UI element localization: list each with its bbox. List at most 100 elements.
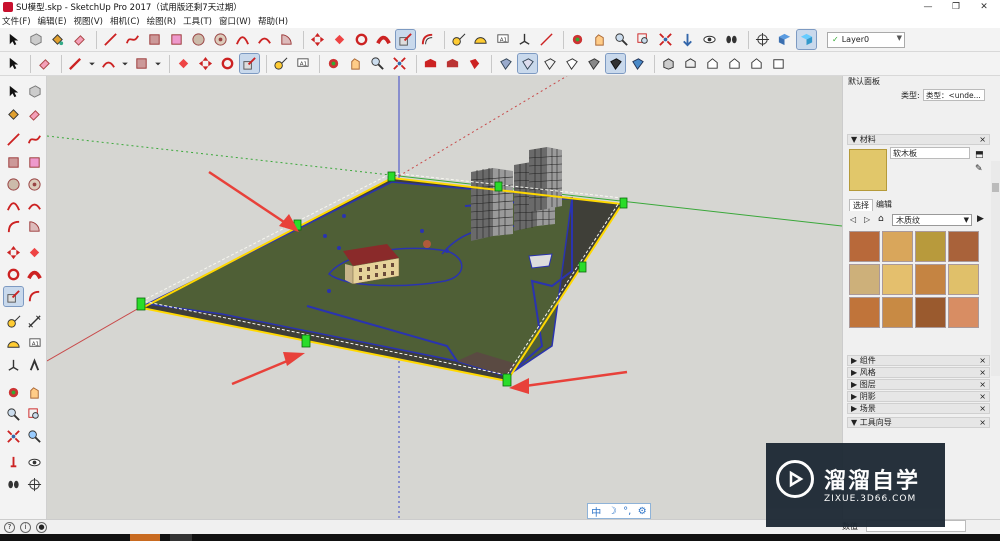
orbit-icon[interactable] xyxy=(568,30,587,49)
3d-text-icon[interactable] xyxy=(25,356,44,375)
eraser-icon[interactable] xyxy=(35,54,54,73)
type-dropdown[interactable]: 类型：<unde... xyxy=(923,89,985,101)
move-icon[interactable] xyxy=(196,54,215,73)
zoom-extents-icon[interactable] xyxy=(656,30,675,49)
push-pull-icon[interactable] xyxy=(25,243,44,262)
tab-edit[interactable]: 编辑 xyxy=(873,199,895,211)
push-pull-icon[interactable] xyxy=(174,54,193,73)
rotate-icon[interactable] xyxy=(218,54,237,73)
panel-scrollbar[interactable] xyxy=(991,161,1000,376)
offset-icon[interactable] xyxy=(25,287,44,306)
circle-icon[interactable] xyxy=(189,30,208,49)
rectangle-icon[interactable] xyxy=(145,30,164,49)
freehand-icon[interactable] xyxy=(123,30,142,49)
chevron-down-icon[interactable] xyxy=(154,54,162,73)
zoom-icon[interactable] xyxy=(368,54,387,73)
close-button[interactable]: ✕ xyxy=(970,0,998,14)
back-edges-style-icon[interactable] xyxy=(517,53,538,74)
tab-select[interactable]: 选择 xyxy=(849,199,873,211)
tape-measure-icon[interactable] xyxy=(271,54,290,73)
text-icon[interactable]: A1 xyxy=(25,334,44,353)
material-name-field[interactable]: 软木板 xyxy=(890,147,970,159)
textured-style-icon[interactable] xyxy=(605,53,626,74)
paint-bucket-icon[interactable] xyxy=(48,30,67,49)
degree-icon[interactable]: °, xyxy=(623,506,631,517)
walk-icon[interactable] xyxy=(722,30,741,49)
three-point-arc-icon[interactable] xyxy=(4,217,23,236)
arc-icon[interactable] xyxy=(99,54,118,73)
menu-camera[interactable]: 相机(C) xyxy=(110,15,140,27)
line-tool-icon[interactable] xyxy=(101,30,120,49)
left-view-icon[interactable] xyxy=(769,54,788,73)
hidden-line-style-icon[interactable] xyxy=(562,54,581,73)
sample-paint-icon[interactable]: ✎ xyxy=(975,164,983,174)
move-icon[interactable] xyxy=(308,30,327,49)
material-swatch[interactable] xyxy=(882,264,913,295)
styles-section[interactable]: ▶ 风格 × xyxy=(847,367,990,378)
iso-view-icon[interactable] xyxy=(659,54,678,73)
layers-section[interactable]: ▶ 图层 × xyxy=(847,379,990,390)
scenes-section[interactable]: ▶ 场景 × xyxy=(847,403,990,414)
polygon-icon[interactable] xyxy=(211,30,230,49)
menu-tools[interactable]: 工具(T) xyxy=(183,15,212,27)
shaded-style-icon[interactable] xyxy=(584,54,603,73)
materials-section-header[interactable]: ▼ 材料 × xyxy=(847,134,990,145)
pan-icon[interactable] xyxy=(346,54,365,73)
pie-icon[interactable] xyxy=(25,217,44,236)
gear-icon[interactable]: ⚙ xyxy=(638,506,647,517)
material-swatch[interactable] xyxy=(849,231,880,262)
orbit-icon[interactable] xyxy=(324,54,343,73)
material-swatch[interactable] xyxy=(915,264,946,295)
create-material-icon[interactable]: ⬒ xyxy=(975,150,984,160)
chevron-down-icon[interactable] xyxy=(88,54,96,73)
rotate-icon[interactable] xyxy=(352,30,371,49)
view-toggle-chinese[interactable]: 中 xyxy=(591,504,601,519)
polygon-icon[interactable] xyxy=(25,175,44,194)
scale-icon[interactable] xyxy=(239,53,260,74)
zoom-icon[interactable] xyxy=(612,30,631,49)
layer-dropdown[interactable]: ✓ Layer0 ▼ xyxy=(827,31,905,48)
components-section[interactable]: ▶ 组件 × xyxy=(847,355,990,366)
material-swatch[interactable] xyxy=(948,297,979,328)
follow-me-icon[interactable] xyxy=(374,30,393,49)
monochrome-style-icon[interactable] xyxy=(628,54,647,73)
eraser-icon[interactable] xyxy=(25,105,44,124)
wireframe-style-icon[interactable] xyxy=(540,54,559,73)
arc-icon[interactable] xyxy=(233,30,252,49)
eraser-icon[interactable] xyxy=(70,30,89,49)
pie-icon[interactable] xyxy=(277,30,296,49)
library-dropdown[interactable]: 木质纹 ▼ xyxy=(892,214,972,226)
user-icon[interactable]: ● xyxy=(36,521,47,533)
section-plane-icon[interactable] xyxy=(775,30,794,49)
zoom-extents-icon[interactable] xyxy=(4,427,23,446)
rectangle-icon[interactable] xyxy=(132,54,151,73)
arc-icon[interactable] xyxy=(4,196,23,215)
push-pull-icon[interactable] xyxy=(330,30,349,49)
freehand-icon[interactable] xyxy=(25,130,44,149)
zoom-window-icon[interactable] xyxy=(634,30,653,49)
line-tool-icon[interactable] xyxy=(4,130,23,149)
text-icon[interactable]: A1 xyxy=(493,30,512,49)
geolocation-icon[interactable]: ? xyxy=(4,521,15,533)
shadows-section[interactable]: ▶ 阴影 × xyxy=(847,391,990,402)
select-tool-icon[interactable] xyxy=(4,30,23,49)
look-around-icon[interactable] xyxy=(700,30,719,49)
moon-icon[interactable]: ☽ xyxy=(608,506,617,517)
forward-icon[interactable]: ▷ xyxy=(864,215,870,224)
rotate-icon[interactable] xyxy=(4,265,23,284)
pencil-icon[interactable] xyxy=(66,54,85,73)
right-view-icon[interactable] xyxy=(725,54,744,73)
scale-icon[interactable] xyxy=(395,29,416,50)
follow-me-icon[interactable] xyxy=(25,265,44,284)
section-display-icon[interactable] xyxy=(796,29,817,50)
section-plane-icon[interactable] xyxy=(25,475,44,494)
menu-file[interactable]: 文件(F) xyxy=(2,15,31,27)
rotated-rectangle-icon[interactable] xyxy=(25,153,44,172)
two-point-arc-icon[interactable] xyxy=(25,196,44,215)
walk-icon[interactable] xyxy=(4,475,23,494)
two-point-arc-icon[interactable] xyxy=(255,30,274,49)
rectangle-icon[interactable] xyxy=(4,153,23,172)
material-swatch[interactable] xyxy=(849,297,880,328)
front-view-icon[interactable] xyxy=(703,54,722,73)
menu-help[interactable]: 帮助(H) xyxy=(258,15,288,27)
